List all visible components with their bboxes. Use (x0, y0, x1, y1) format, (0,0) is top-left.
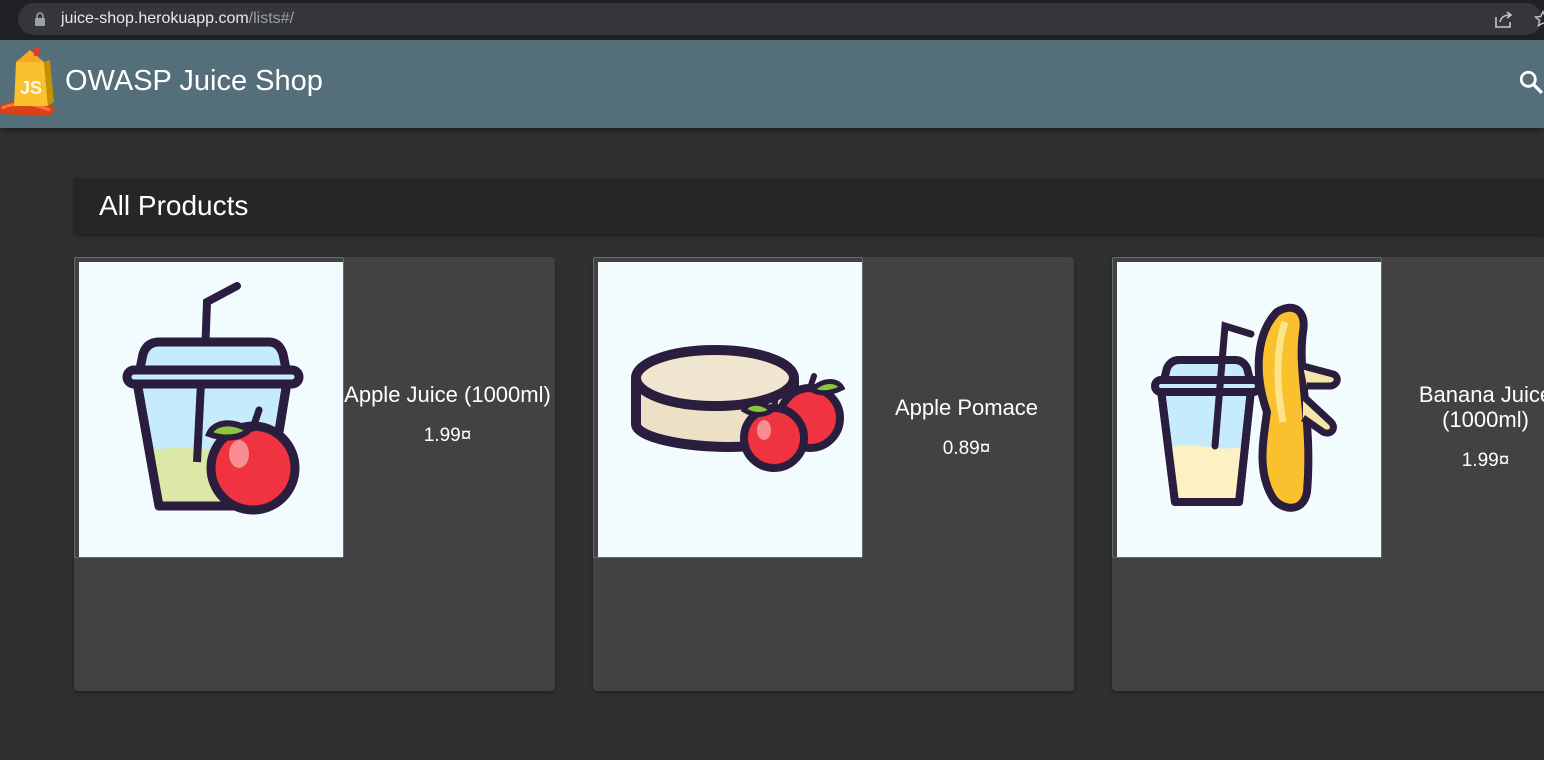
product-info: Apple Juice (1000ml) 1.99¤ (344, 382, 551, 447)
product-name[interactable]: Apple Juice (1000ml) (344, 382, 551, 407)
product-image-frame[interactable] (74, 257, 344, 558)
browser-bar: juice-shop.herokuapp.com/lists#/ (0, 0, 1544, 40)
bookmark-star-icon[interactable] (1534, 10, 1544, 28)
juice-shop-logo[interactable]: JS (0, 48, 58, 116)
product-name[interactable]: Apple Pomace (863, 395, 1070, 420)
product-price: 1.99¤ (1461, 450, 1510, 471)
share-icon[interactable] (1494, 11, 1514, 29)
apple-juice-icon (122, 282, 304, 515)
product-price: 0.89¤ (942, 438, 991, 459)
app-title[interactable]: OWASP Juice Shop (65, 65, 323, 98)
product-image-frame[interactable] (1112, 257, 1382, 558)
lock-icon (35, 12, 45, 26)
product-price: 1.99¤ (423, 425, 472, 446)
product-info: Banana Juice (1000ml) 1.99¤ (1382, 382, 1544, 472)
product-card[interactable]: Banana Juice (1000ml) 1.99¤ (1112, 257, 1544, 691)
products-heading-bar: All Products (74, 178, 1544, 234)
product-card[interactable]: Apple Pomace 0.89¤ (593, 257, 1074, 691)
address-bar[interactable]: juice-shop.herokuapp.com/lists#/ (18, 3, 1544, 35)
banana-juice-icon (1151, 303, 1341, 512)
app-toolbar: JS OWASP Juice Shop (0, 40, 1544, 128)
product-info: Apple Pomace 0.89¤ (863, 395, 1070, 460)
apple-pomace-icon (631, 345, 846, 472)
url-host: juice-shop.herokuapp.com (61, 10, 249, 27)
product-image-frame[interactable] (593, 257, 863, 558)
product-card[interactable]: Apple Juice (1000ml) 1.99¤ (74, 257, 555, 691)
url-path: /lists#/ (248, 10, 295, 27)
logo-text: JS (20, 78, 42, 98)
product-name[interactable]: Banana Juice (1000ml) (1382, 382, 1544, 432)
search-icon[interactable] (1518, 69, 1544, 95)
url-text[interactable]: juice-shop.herokuapp.com/lists#/ (61, 10, 294, 28)
page-title: All Products (99, 190, 249, 221)
